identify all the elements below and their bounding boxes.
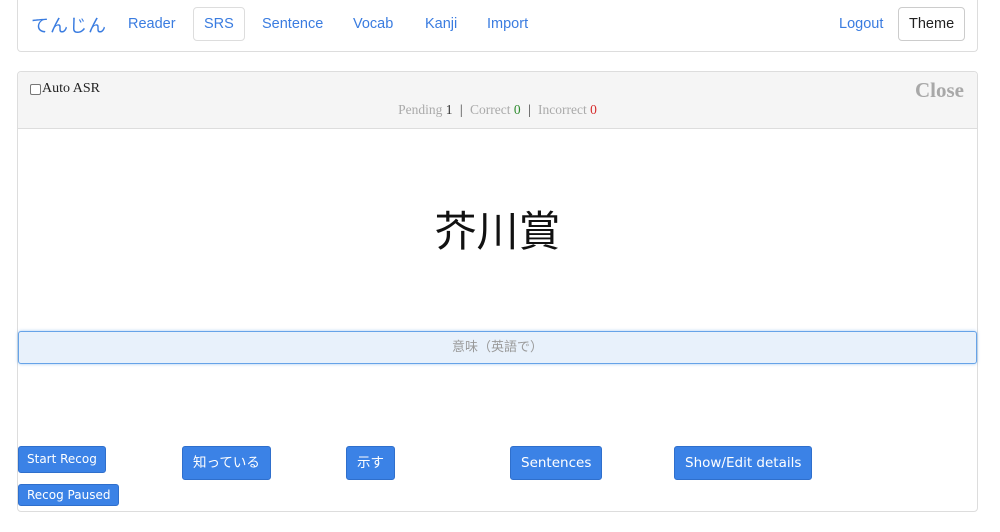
review-panel-header: Auto ASR Close Pending 1 | Correct 0 | I… <box>18 72 977 129</box>
start-recog-button[interactable]: Start Recog <box>18 446 106 473</box>
brand-link[interactable]: てんじん <box>31 12 107 38</box>
show-edit-details-button[interactable]: Show/Edit details <box>674 446 813 480</box>
navbar: てんじん Reader SRS Sentence Vocab Kanji Imp… <box>17 0 978 52</box>
recog-paused-button[interactable]: Recog Paused <box>18 484 120 506</box>
stats-divider: | <box>527 102 531 117</box>
review-stats: Pending 1 | Correct 0 | Incorrect 0 <box>18 102 977 118</box>
close-button[interactable]: Close <box>915 78 964 103</box>
sentences-button[interactable]: Sentences <box>510 446 603 480</box>
review-word: 芥川賞 <box>434 207 561 256</box>
logout-link[interactable]: Logout <box>828 7 894 41</box>
incorrect-count: 0 <box>590 102 597 117</box>
nav-link-import[interactable]: Import <box>476 7 539 41</box>
show-button[interactable]: 示す <box>346 446 395 480</box>
auto-asr-label: Auto ASR <box>42 81 100 96</box>
pending-count: 1 <box>445 102 453 117</box>
answer-input[interactable] <box>18 331 977 364</box>
auto-asr-checkbox[interactable] <box>30 83 41 95</box>
correct-count: 0 <box>513 102 521 117</box>
auto-asr-toggle[interactable]: Auto ASR <box>30 81 100 97</box>
theme-button[interactable]: Theme <box>898 7 966 41</box>
know-button[interactable]: 知っている <box>182 446 271 480</box>
nav-link-sentence[interactable]: Sentence <box>251 7 334 41</box>
review-panel: Auto ASR Close Pending 1 | Correct 0 | I… <box>17 71 978 512</box>
correct-label: Correct <box>469 102 511 117</box>
nav-link-srs[interactable]: SRS <box>193 7 245 41</box>
nav-link-vocab[interactable]: Vocab <box>342 7 404 41</box>
stats-divider: | <box>459 102 463 117</box>
nav-link-kanji[interactable]: Kanji <box>414 7 468 41</box>
nav-link-reader[interactable]: Reader <box>117 7 187 41</box>
incorrect-label: Incorrect <box>538 102 587 117</box>
pending-label: Pending <box>398 102 443 117</box>
